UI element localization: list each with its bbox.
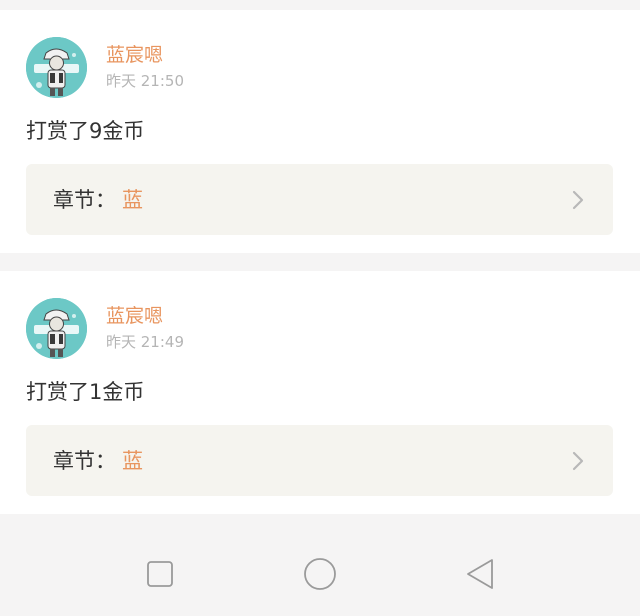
square-icon bbox=[147, 561, 173, 587]
system-navigation-bar bbox=[0, 530, 640, 616]
username[interactable]: 蓝宸嗯 bbox=[106, 43, 163, 67]
chapter-label: 章节： bbox=[53, 188, 116, 212]
triangle-back-icon bbox=[467, 559, 493, 589]
reward-card: 蓝宸嗯 昨天 21:50 打赏了9金币 章节： 蓝 bbox=[0, 10, 640, 253]
reward-message: 打赏了1金币 bbox=[26, 380, 145, 404]
chapter-link[interactable]: 章节： 蓝 bbox=[26, 164, 613, 235]
chapter-link[interactable]: 章节： 蓝 bbox=[26, 425, 613, 496]
circle-icon bbox=[304, 558, 336, 590]
reward-message: 打赏了9金币 bbox=[26, 119, 145, 143]
chapter-title: 蓝 bbox=[122, 449, 143, 473]
recent-apps-button[interactable] bbox=[140, 554, 180, 594]
chevron-right-icon bbox=[572, 190, 584, 210]
home-button[interactable] bbox=[300, 554, 340, 594]
reward-card: 蓝宸嗯 昨天 21:49 打赏了1金币 章节： 蓝 bbox=[0, 271, 640, 514]
timestamp: 昨天 21:49 bbox=[106, 333, 184, 351]
chevron-right-icon bbox=[572, 451, 584, 471]
page: 蓝宸嗯 昨天 21:50 打赏了9金币 章节： 蓝 蓝宸嗯 昨天 21:49 打… bbox=[0, 0, 640, 616]
avatar-illustration bbox=[26, 37, 87, 98]
avatar[interactable] bbox=[26, 298, 87, 359]
avatar[interactable] bbox=[26, 37, 87, 98]
chapter-label: 章节： bbox=[53, 449, 116, 473]
avatar-illustration bbox=[26, 298, 87, 359]
timestamp: 昨天 21:50 bbox=[106, 72, 184, 90]
chapter-title: 蓝 bbox=[122, 188, 143, 212]
username[interactable]: 蓝宸嗯 bbox=[106, 304, 163, 328]
back-button[interactable] bbox=[460, 554, 500, 594]
